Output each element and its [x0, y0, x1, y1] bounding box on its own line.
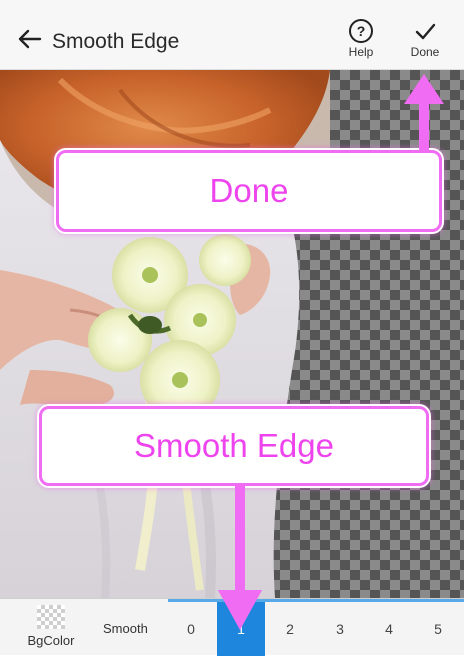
- done-pointer-arrow: [404, 74, 444, 152]
- svg-text:?: ?: [357, 23, 366, 39]
- smooth-label: Smooth: [103, 621, 148, 636]
- bgcolor-label: BgColor: [27, 633, 75, 648]
- help-button[interactable]: ? Help: [336, 18, 386, 66]
- smooth-level-0[interactable]: 0: [167, 602, 215, 656]
- page-title: Smooth Edge: [52, 30, 180, 53]
- smooth-level-4[interactable]: 4: [365, 602, 413, 656]
- done-button[interactable]: Done: [400, 18, 450, 66]
- smooth-level-2[interactable]: 2: [266, 602, 314, 656]
- help-label: Help: [348, 45, 374, 59]
- checkerboard-icon: [37, 605, 65, 629]
- bgcolor-button[interactable]: BgColor: [18, 605, 84, 648]
- smooth-pointer-arrow-tip: [218, 590, 262, 630]
- smooth-edge-callout: Smooth Edge: [39, 406, 429, 486]
- smooth-level-5[interactable]: 5: [414, 602, 462, 656]
- done-callout: Done: [56, 150, 442, 232]
- check-icon: [415, 23, 436, 40]
- back-arrow-icon[interactable]: [16, 28, 42, 50]
- help-circle-icon: ?: [349, 19, 373, 43]
- done-label: Done: [410, 45, 440, 59]
- smooth-level-3[interactable]: 3: [316, 602, 364, 656]
- top-toolbar: Smooth Edge ? Help Done: [0, 0, 464, 70]
